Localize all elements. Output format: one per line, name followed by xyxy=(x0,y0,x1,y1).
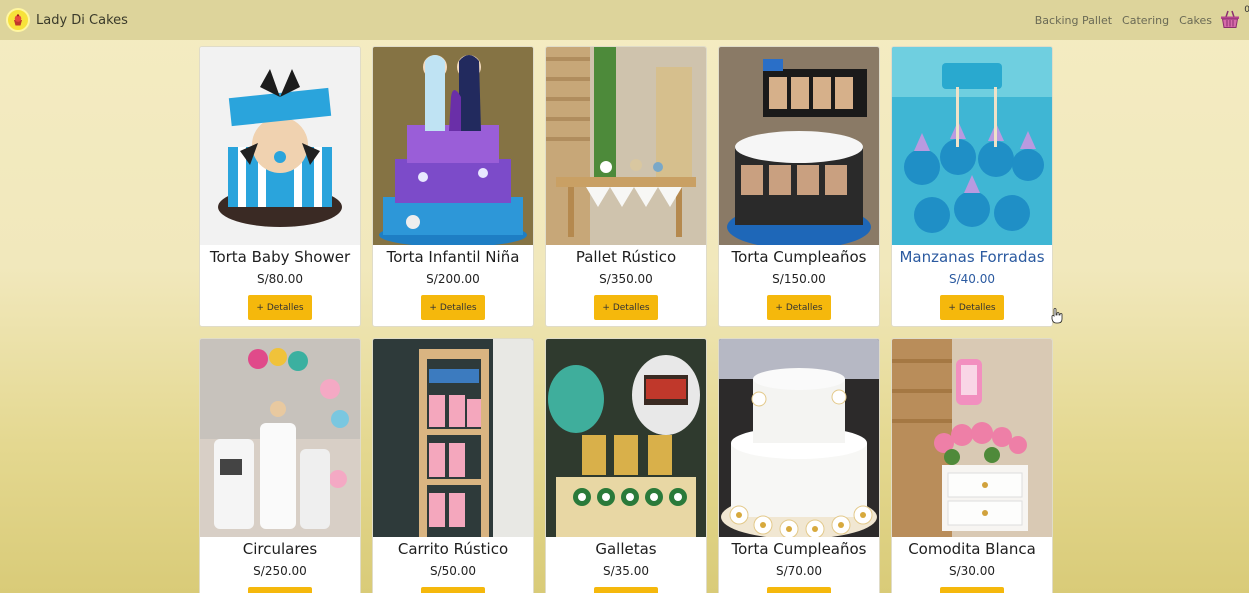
product-card: Manzanas Forradas S/40.00 + Detalles xyxy=(891,46,1053,327)
brand[interactable]: Lady Di Cakes xyxy=(6,8,128,32)
product-card: Torta Infantil Niña S/200.00 + Detalles xyxy=(372,46,534,327)
nav-links: Backing Pallet Catering Cakes 0 xyxy=(1025,0,1249,40)
product-image[interactable] xyxy=(373,47,533,245)
product-title: Circulares xyxy=(242,540,318,558)
product-card: Torta Cumpleaños S/150.00 + Detalles xyxy=(718,46,880,327)
product-card: Torta Baby Shower S/80.00 + Detalles xyxy=(199,46,361,327)
product-grid: Torta Baby Shower S/80.00 + Detalles Tor… xyxy=(199,46,1053,593)
navbar: Lady Di Cakes Backing Pallet Catering Ca… xyxy=(0,0,1249,40)
product-price: S/40.00 xyxy=(948,272,995,286)
details-button[interactable]: + Detalles xyxy=(421,295,485,320)
details-button[interactable]: + Detalles xyxy=(940,587,1004,593)
product-image[interactable] xyxy=(546,47,706,245)
product-title: Carrito Rústico xyxy=(397,540,509,558)
details-button[interactable]: + Detalles xyxy=(248,295,312,320)
details-button[interactable]: + Detalles xyxy=(940,295,1004,320)
details-button[interactable]: + Detalles xyxy=(421,587,485,593)
cart-count: 0 xyxy=(1244,5,1249,15)
brand-name[interactable]: Lady Di Cakes xyxy=(36,13,128,28)
nav-link-backing-pallet[interactable]: Backing Pallet xyxy=(1035,14,1112,27)
nav-link-catering[interactable]: Catering xyxy=(1122,14,1169,27)
product-card: Comodita Blanca S/30.00 + Detalles xyxy=(891,338,1053,593)
details-button[interactable]: + Detalles xyxy=(594,295,658,320)
product-title: Torta Cumpleaños xyxy=(731,248,867,266)
nav-link-cakes[interactable]: Cakes xyxy=(1179,14,1212,27)
product-price: S/200.00 xyxy=(426,272,480,286)
product-image[interactable] xyxy=(892,47,1052,245)
product-title: Galletas xyxy=(595,540,657,558)
details-button[interactable]: + Detalles xyxy=(248,587,312,593)
product-image[interactable] xyxy=(892,339,1052,537)
product-price: S/50.00 xyxy=(429,564,476,578)
product-card: Torta Cumpleaños S/70.00 + Detalles xyxy=(718,338,880,593)
product-title: Comodita Blanca xyxy=(908,540,1036,558)
product-title: Torta Baby Shower xyxy=(209,248,351,266)
product-title: Torta Cumpleaños xyxy=(731,540,867,558)
details-button[interactable]: + Detalles xyxy=(767,587,831,593)
product-image[interactable] xyxy=(200,339,360,537)
product-price: S/30.00 xyxy=(948,564,995,578)
product-image[interactable] xyxy=(200,47,360,245)
basket-icon xyxy=(1221,10,1239,28)
product-image[interactable] xyxy=(373,339,533,537)
product-image[interactable] xyxy=(546,339,706,537)
cupcake-logo-icon xyxy=(6,8,30,32)
product-title: Manzanas Forradas xyxy=(899,248,1045,266)
product-card: Pallet Rústico S/350.00 + Detalles xyxy=(545,46,707,327)
product-price: S/70.00 xyxy=(775,564,822,578)
product-image[interactable] xyxy=(719,339,879,537)
product-price: S/250.00 xyxy=(253,564,307,578)
details-button[interactable]: + Detalles xyxy=(767,295,831,320)
hand-cursor-icon xyxy=(1051,308,1063,324)
product-price: S/35.00 xyxy=(602,564,649,578)
product-card: Circulares S/250.00 + Detalles xyxy=(199,338,361,593)
product-title: Pallet Rústico xyxy=(575,248,677,266)
details-button[interactable]: + Detalles xyxy=(594,587,658,593)
product-title: Torta Infantil Niña xyxy=(386,248,520,266)
cart-button[interactable]: 0 xyxy=(1219,5,1249,32)
product-price: S/150.00 xyxy=(772,272,826,286)
product-card: Carrito Rústico S/50.00 + Detalles xyxy=(372,338,534,593)
product-price: S/350.00 xyxy=(599,272,653,286)
product-image[interactable] xyxy=(719,47,879,245)
product-price: S/80.00 xyxy=(256,272,303,286)
product-card: Galletas S/35.00 + Detalles xyxy=(545,338,707,593)
